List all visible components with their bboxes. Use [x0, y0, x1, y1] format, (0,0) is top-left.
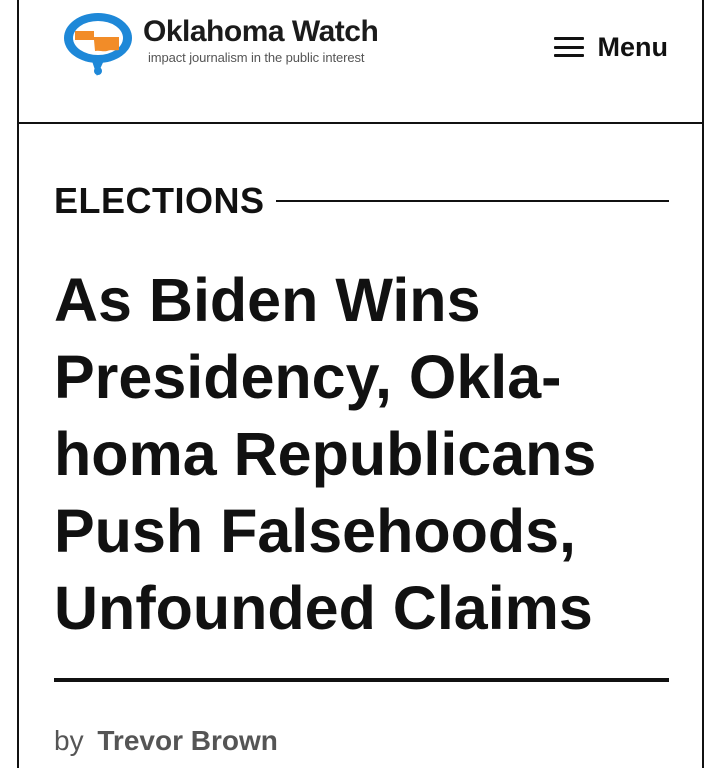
hamburger-bar — [553, 45, 584, 49]
byline: by Trevor Brown — [54, 727, 278, 755]
site-name: Oklahoma Watch — [143, 15, 379, 48]
category-divider — [275, 200, 669, 202]
headline-line: Unfounded Claims — [54, 574, 593, 642]
author-link[interactable]: Trevor Brown — [97, 725, 277, 756]
headline-divider — [54, 678, 669, 682]
site-tagline: impact journalism in the public interest — [148, 50, 365, 65]
hamburger-bar — [553, 54, 584, 57]
headline-line: Push Falsehoods, — [54, 497, 576, 565]
site-header: Oklahoma Watch impact journalism in the … — [19, 0, 702, 124]
category-link[interactable]: ELECTIONS — [54, 183, 265, 219]
category-row: ELECTIONS — [54, 181, 669, 221]
site-logo-link[interactable]: Oklahoma Watch impact journalism in the … — [61, 10, 401, 80]
hamburger-icon — [553, 37, 584, 57]
page-frame: Oklahoma Watch impact journalism in the … — [17, 0, 704, 768]
menu-label: Menu — [597, 31, 669, 62]
article-headline: As Biden Wins Presidency, Okla- homa Rep… — [54, 262, 669, 647]
headline-line: As Biden Wins — [54, 266, 481, 334]
byline-prefix: by — [54, 725, 84, 756]
menu-button[interactable]: Menu — [553, 30, 669, 64]
headline-line: Presidency, Okla- — [54, 343, 562, 411]
speech-bubble-oklahoma-map-icon — [64, 13, 132, 76]
hamburger-bar — [553, 37, 584, 40]
headline-line: homa Republicans — [54, 420, 597, 488]
